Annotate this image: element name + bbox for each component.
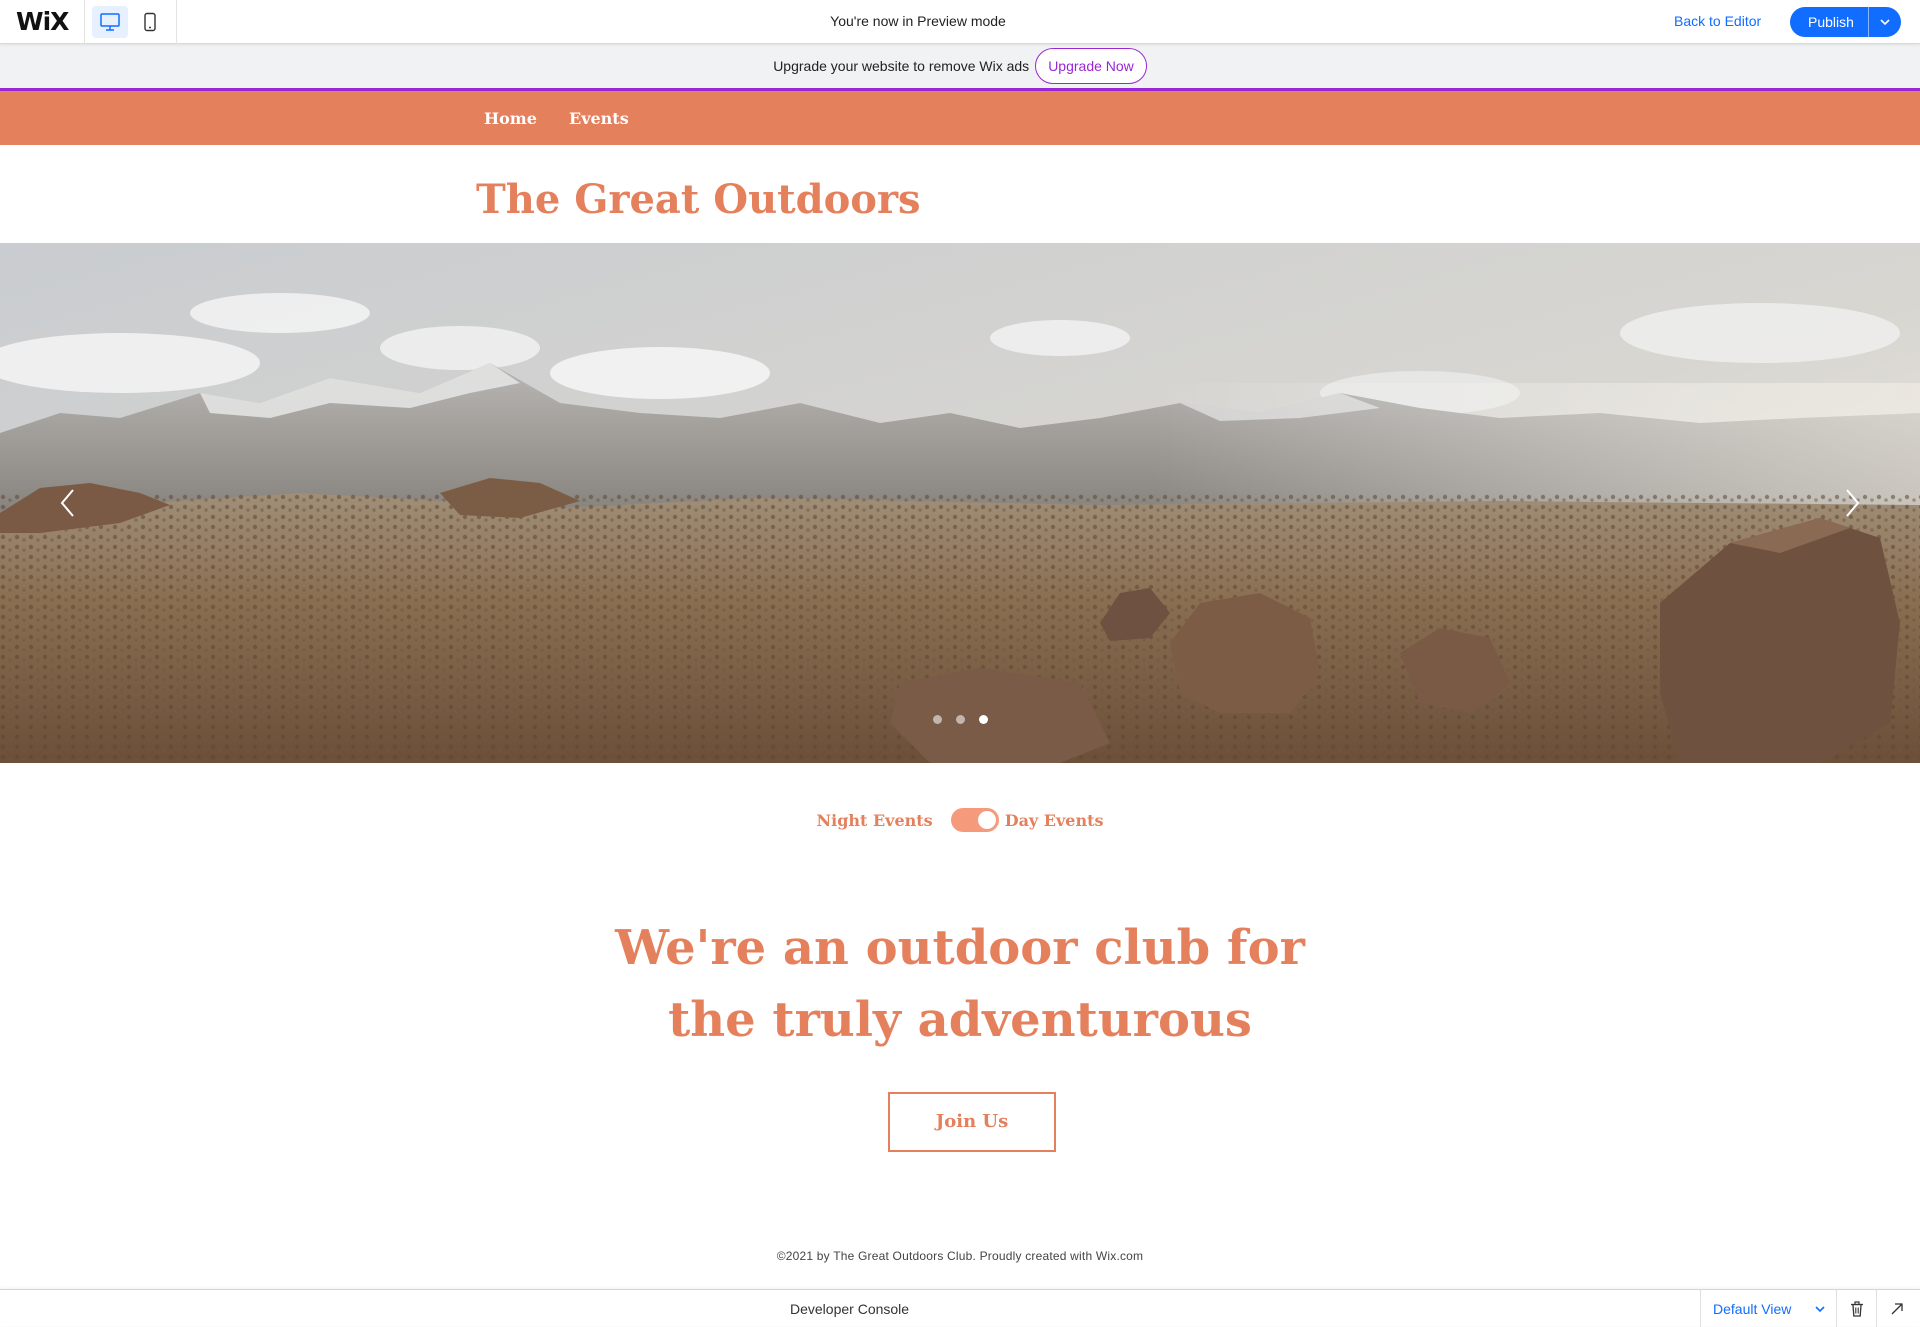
- club-headline: We're an outdoor club for the truly adve…: [560, 912, 1360, 1056]
- toggle-knob: [977, 811, 996, 829]
- nav-item-events[interactable]: Events: [569, 109, 629, 128]
- day-night-toggle-switch[interactable]: [950, 808, 999, 832]
- expand-console-button[interactable]: [1876, 1290, 1916, 1327]
- slide-dot-3[interactable]: [978, 715, 988, 724]
- hero-slideshow: [0, 243, 1920, 763]
- upgrade-banner: Upgrade your website to remove Wix ads U…: [0, 44, 1920, 91]
- developer-console-bar: Developer Console Default View: [0, 1289, 1920, 1327]
- chevron-down-icon: [1880, 19, 1890, 26]
- publish-button[interactable]: Publish: [1790, 7, 1869, 37]
- slide-dot-2[interactable]: [955, 715, 965, 724]
- headline-line-1: We're an outdoor club for: [615, 920, 1305, 976]
- slideshow-next-button[interactable]: [1832, 479, 1872, 527]
- chevron-right-icon: [1846, 489, 1860, 517]
- footer-copyright: ©2021 by The Great Outdoors Club. Proudl…: [776, 1249, 1144, 1263]
- site-navigation-bar: Home Events: [0, 91, 1920, 145]
- clear-console-button[interactable]: [1836, 1290, 1876, 1327]
- upgrade-message: Upgrade your website to remove Wix ads: [773, 58, 1030, 74]
- night-events-label: Night Events: [816, 810, 933, 830]
- publish-options-button[interactable]: [1869, 7, 1901, 37]
- slideshow-dots: [0, 715, 1920, 724]
- developer-console-toggle[interactable]: Developer Console: [790, 1301, 909, 1317]
- upgrade-now-button[interactable]: Upgrade Now: [1035, 48, 1147, 84]
- chevron-left-icon: [60, 489, 74, 517]
- chevron-down-icon: [1815, 1305, 1825, 1312]
- nav-item-home[interactable]: Home: [484, 109, 537, 128]
- publish-button-group: Publish: [1790, 7, 1901, 37]
- slide-dot-1[interactable]: [932, 715, 942, 724]
- view-select-dropdown[interactable]: Default View: [1700, 1290, 1836, 1327]
- trash-icon: [1850, 1300, 1863, 1317]
- preview-mode-text: You're now in Preview mode: [830, 13, 1006, 29]
- slideshow-prev-button[interactable]: [48, 479, 88, 527]
- headline-line-2: the truly adventurous: [668, 992, 1252, 1048]
- site-title[interactable]: The Great Outdoors: [476, 176, 921, 223]
- events-toggle-row: Night Events Day Events: [0, 808, 1920, 832]
- day-events-label: Day Events: [1004, 810, 1104, 830]
- arrow-up-right-icon: [1891, 1302, 1903, 1314]
- preview-topbar: WiX You're now in Preview mode Back to E…: [0, 0, 1920, 44]
- join-us-button[interactable]: Join Us: [888, 1092, 1056, 1152]
- back-to-editor-link[interactable]: Back to Editor: [1674, 13, 1761, 29]
- view-select-value: Default View: [1713, 1300, 1792, 1317]
- desert-mountain-image: [0, 243, 1920, 763]
